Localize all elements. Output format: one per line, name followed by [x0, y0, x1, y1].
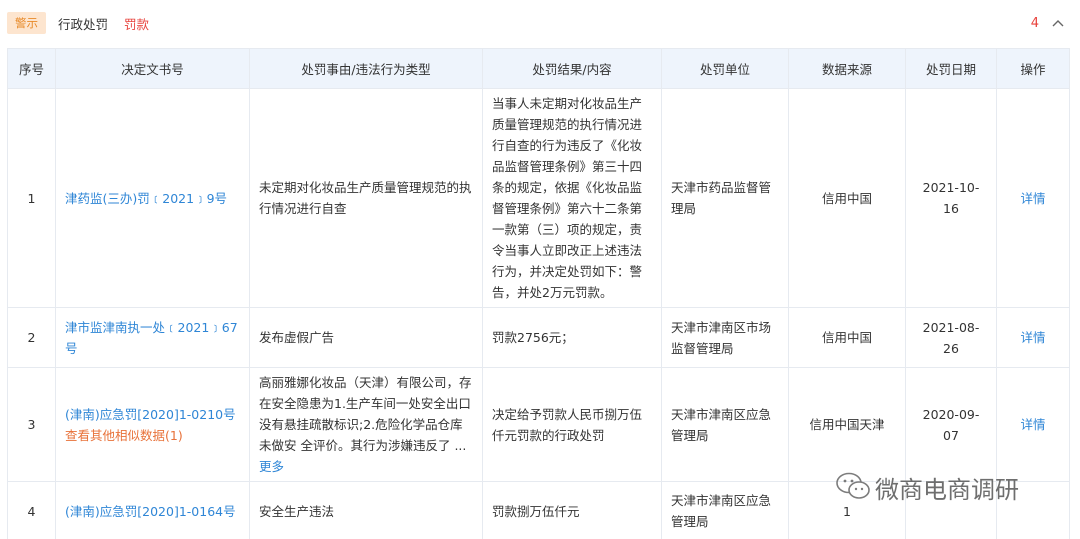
table-row: 4 (津南)应急罚[2020]1-0164号 安全生产违法 罚款捌万伍仟元 天津… — [7, 481, 1070, 539]
data-source: 信用中国 — [788, 307, 906, 368]
penalty-date: 2020-09-07 — [905, 367, 997, 482]
doc-no-link[interactable]: (津南)应急罚[2020]1-0164号 — [55, 481, 250, 539]
table-header-row: 序号 决定文书号 处罚事由/违法行为类型 处罚结果/内容 处罚单位 数据来源 处… — [7, 48, 1070, 89]
penalty-unit: 天津市药品监督管理局 — [661, 88, 789, 308]
section-header: 警示 行政处罚 罚款 4 — [0, 0, 1080, 46]
warning-badge: 警示 — [7, 12, 46, 34]
row-index: 3 — [7, 367, 56, 482]
penalty-table: 序号 决定文书号 处罚事由/违法行为类型 处罚结果/内容 处罚单位 数据来源 处… — [7, 48, 1070, 539]
penalty-date — [905, 481, 997, 539]
chevron-up-icon[interactable] — [1049, 14, 1067, 32]
penalty-unit: 天津市津南区市场监督管理局 — [661, 307, 789, 368]
table-row: 3 (津南)应急罚[2020]1-0210号 查看其他相似数据(1) 高丽雅娜化… — [7, 367, 1070, 482]
detail-link-text[interactable]: 详情 — [1020, 417, 1045, 432]
doc-no-link-text[interactable]: 津药监(三办)罚﹝2021﹞9号 — [65, 191, 227, 206]
penalty-date: 2021-10-16 — [905, 88, 997, 308]
row-index: 2 — [7, 307, 56, 368]
doc-no-link-text[interactable]: (津南)应急罚[2020]1-0164号 — [65, 504, 236, 519]
detail-link[interactable]: 详情 — [996, 88, 1070, 308]
data-source: 1 — [788, 481, 906, 539]
column-header-unit: 处罚单位 — [661, 48, 789, 89]
more-link[interactable]: 更多 — [259, 459, 284, 474]
data-source: 信用中国 — [788, 88, 906, 308]
detail-link[interactable]: 详情 — [996, 307, 1070, 368]
penalty-reason: 高丽雅娜化妆品（天津）有限公司，存在安全隐患为1.生产车间一处安全出口没有悬挂疏… — [259, 375, 472, 453]
detail-link[interactable]: 详情 — [996, 367, 1070, 482]
penalty-date: 2021-08-26 — [905, 307, 997, 368]
doc-no-cell: (津南)应急罚[2020]1-0210号 查看其他相似数据(1) — [55, 367, 250, 482]
doc-no-link[interactable]: 津市监津南执一处﹝2021﹞67号 — [55, 307, 250, 368]
similar-data-link[interactable]: 查看其他相似数据(1) — [65, 428, 183, 443]
penalty-reason-cell: 高丽雅娜化妆品（天津）有限公司，存在安全隐患为1.生产车间一处安全出口没有悬挂疏… — [249, 367, 483, 482]
table-row: 2 津市监津南执一处﹝2021﹞67号 发布虚假广告 罚款2756元； 天津市津… — [7, 307, 1070, 368]
column-header-source: 数据来源 — [788, 48, 906, 89]
penalty-reason: 安全生产违法 — [249, 481, 483, 539]
doc-no-link[interactable]: 津药监(三办)罚﹝2021﹞9号 — [55, 88, 250, 308]
data-source: 信用中国天津 — [788, 367, 906, 482]
penalty-result: 罚款捌万伍仟元 — [482, 481, 662, 539]
penalty-result: 罚款2756元； — [482, 307, 662, 368]
penalty-result: 决定给予罚款人民币捌万伍仟元罚款的行政处罚 — [482, 367, 662, 482]
row-index: 4 — [7, 481, 56, 539]
column-header-index: 序号 — [7, 48, 56, 89]
doc-no-link-text[interactable]: 津市监津南执一处﹝2021﹞67号 — [65, 320, 238, 356]
column-header-date: 处罚日期 — [905, 48, 997, 89]
detail-link[interactable] — [996, 481, 1070, 539]
penalty-unit: 天津市津南区应急管理局 — [661, 367, 789, 482]
record-count: 4 — [1030, 15, 1039, 31]
detail-link-text[interactable]: 详情 — [1020, 330, 1045, 345]
penalty-reason: 未定期对化妆品生产质量管理规范的执行情况进行自查 — [249, 88, 483, 308]
penalty-reason: 发布虚假广告 — [249, 307, 483, 368]
penalty-unit: 天津市津南区应急管理局 — [661, 481, 789, 539]
row-index: 1 — [7, 88, 56, 308]
column-header-doc-no: 决定文书号 — [55, 48, 250, 89]
detail-link-text[interactable]: 详情 — [1020, 191, 1045, 206]
tab-administrative-penalty[interactable]: 行政处罚 — [58, 14, 108, 33]
penalty-result: 当事人未定期对化妆品生产质量管理规范的执行情况进行自查的行为违反了《化妆品监督管… — [482, 88, 662, 308]
tab-fine[interactable]: 罚款 — [124, 14, 149, 33]
column-header-reason: 处罚事由/违法行为类型 — [249, 48, 483, 89]
column-header-result: 处罚结果/内容 — [482, 48, 662, 89]
doc-no-link-text[interactable]: (津南)应急罚[2020]1-0210号 — [65, 407, 236, 422]
column-header-action: 操作 — [996, 48, 1070, 89]
table-row: 1 津药监(三办)罚﹝2021﹞9号 未定期对化妆品生产质量管理规范的执行情况进… — [7, 88, 1070, 308]
